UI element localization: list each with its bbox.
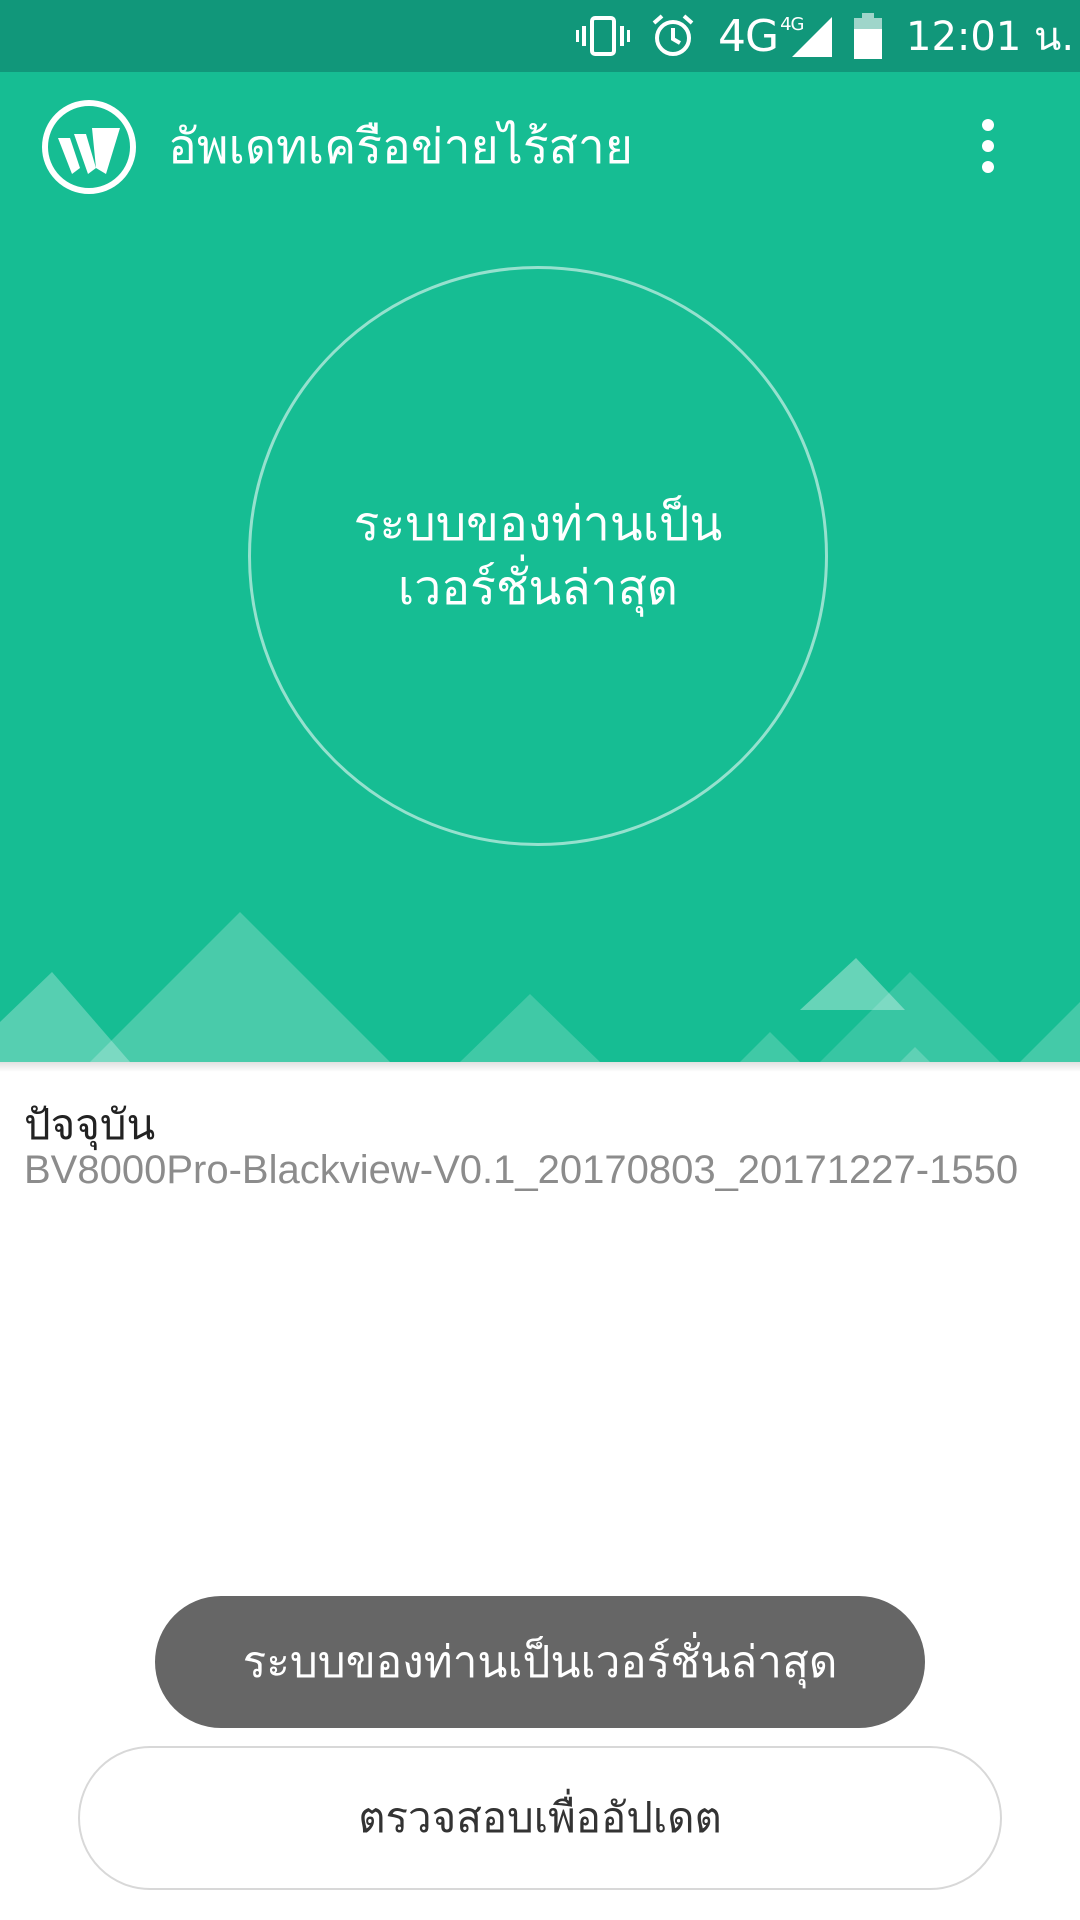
check-update-button[interactable]: ตรวจสอบเพื่ออัปเดต bbox=[78, 1746, 1002, 1890]
divider-shadow bbox=[0, 1062, 1080, 1072]
vibrate-icon bbox=[576, 0, 630, 72]
status-text-line1: ระบบของท่านเป็น bbox=[353, 496, 723, 552]
signal-icon bbox=[790, 0, 832, 72]
wireless-update-logo bbox=[42, 100, 136, 194]
status-time: 12:01 น. bbox=[906, 14, 1075, 60]
update-status-circle: ระบบของท่านเป็น เวอร์ชั่นล่าสุด bbox=[248, 266, 828, 846]
more-vert-icon[interactable] bbox=[958, 110, 1018, 182]
menu-dot bbox=[982, 140, 994, 152]
battery-icon bbox=[854, 0, 882, 72]
status-text-line2: เวอร์ชั่นล่าสุด bbox=[397, 560, 679, 616]
status-bar: 4G 4G 12:01 น. bbox=[0, 0, 1080, 72]
menu-dot bbox=[982, 161, 994, 173]
toast-message: ระบบของท่านเป็นเวอร์ชั่นล่าสุด bbox=[155, 1596, 925, 1728]
menu-dot bbox=[982, 119, 994, 131]
alarm-icon bbox=[650, 0, 696, 72]
app-title: อัพเดทเครือข่ายไร้สาย bbox=[168, 119, 633, 175]
hero-panel: อัพเดทเครือข่ายไร้สาย ระบบของท่านเป็น เว… bbox=[0, 72, 1080, 1062]
current-version-value: BV8000Pro-Blackview-V0.1_20170803_201712… bbox=[24, 1148, 1019, 1192]
